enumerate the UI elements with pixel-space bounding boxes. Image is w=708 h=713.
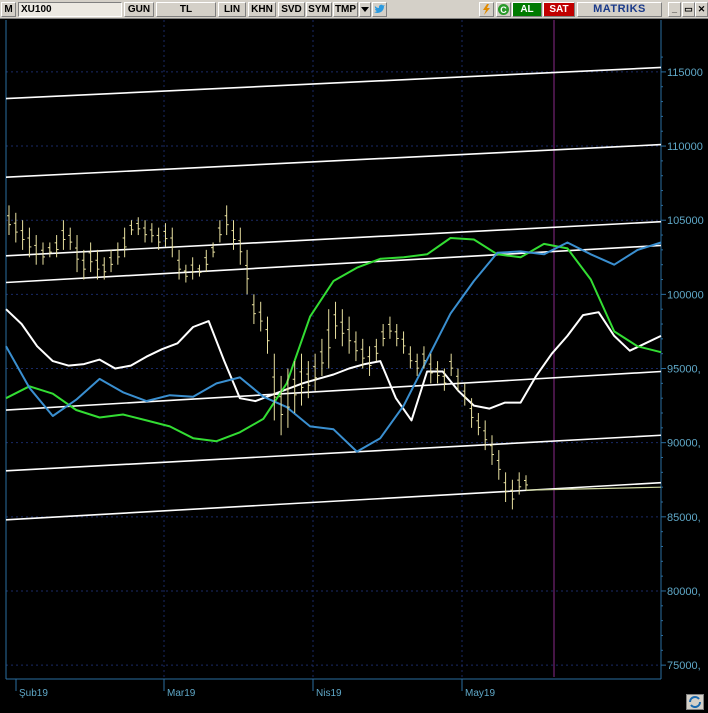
lightning-icon bbox=[483, 4, 490, 15]
price-chart[interactable]: 115000 110000 105000 100000 95000, 90000, 8500… bbox=[0, 20, 708, 713]
bolt-button[interactable] bbox=[479, 2, 494, 17]
symbol-input[interactable]: XU100 bbox=[18, 2, 122, 17]
sync-icon bbox=[689, 696, 701, 708]
trend-line bbox=[5, 434, 662, 472]
brand-logo: MATRIKS bbox=[577, 2, 662, 17]
sell-button[interactable]: SAT bbox=[543, 2, 575, 17]
trend-line bbox=[5, 66, 662, 100]
scale-button[interactable]: LIN bbox=[218, 2, 246, 17]
sym-button[interactable]: SYM bbox=[306, 2, 332, 17]
svg-text:C: C bbox=[500, 5, 507, 15]
trend-line bbox=[5, 481, 662, 521]
trend-line bbox=[5, 143, 662, 179]
y-tick-label: 90000, bbox=[667, 438, 701, 450]
x-tick-label: Şub19 bbox=[19, 688, 48, 699]
restore-button[interactable]: ▭ bbox=[682, 2, 695, 17]
chart-area[interactable]: 115000 110000 105000 100000 95000, 90000, 8500… bbox=[0, 20, 708, 713]
chevron-down-icon bbox=[361, 7, 369, 12]
x-tick-label: Mar19 bbox=[167, 688, 196, 699]
y-tick-label: 80000, bbox=[667, 586, 701, 598]
chart-toolbar: M XU100 GUN TL LIN KHN SVD SYM TMP C AL … bbox=[0, 0, 708, 19]
y-tick-label: 75000, bbox=[667, 660, 701, 672]
x-tick-label: May19 bbox=[465, 688, 495, 699]
trend-line bbox=[5, 370, 662, 411]
c-circle-icon: C bbox=[498, 4, 509, 15]
y-tick-label: 110000 bbox=[667, 141, 703, 153]
period-button[interactable]: GUN bbox=[124, 2, 154, 17]
buy-button[interactable]: AL bbox=[512, 2, 542, 17]
bird-icon bbox=[374, 4, 385, 13]
y-tick-label: 95000, bbox=[667, 364, 701, 376]
y-tick-label: 85000, bbox=[667, 512, 701, 524]
twitter-button[interactable] bbox=[372, 2, 387, 17]
scroll-sync-button[interactable] bbox=[686, 694, 704, 710]
tmp-button[interactable]: TMP bbox=[333, 2, 358, 17]
currency-button[interactable]: TL bbox=[156, 2, 216, 17]
y-tick-label: 115000 bbox=[667, 67, 703, 79]
khn-button[interactable]: KHN bbox=[248, 2, 276, 17]
minimize-button[interactable]: _ bbox=[668, 2, 681, 17]
m-menu-button[interactable]: M bbox=[1, 2, 16, 17]
refresh-button[interactable]: C bbox=[496, 2, 511, 17]
y-tick-label: 105000 bbox=[667, 215, 704, 227]
close-button[interactable]: ✕ bbox=[695, 2, 708, 17]
y-tick-label: 100000 bbox=[667, 289, 704, 301]
x-tick-label: Nis19 bbox=[316, 688, 342, 699]
svd-button[interactable]: SVD bbox=[278, 2, 305, 17]
dropdown-button[interactable] bbox=[359, 2, 371, 17]
